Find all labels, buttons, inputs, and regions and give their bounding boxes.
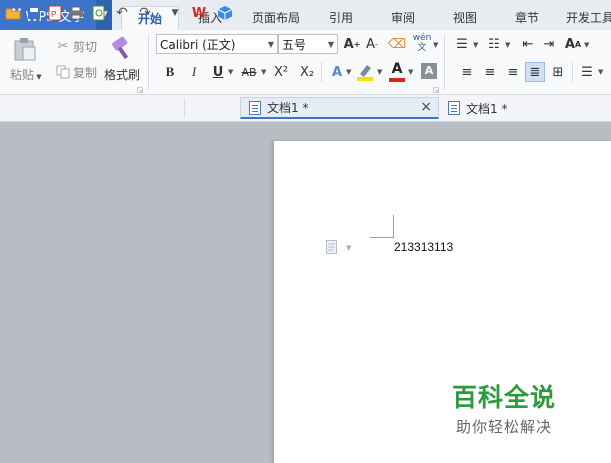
customize-toolbar-icon[interactable]: ▼ [166,4,184,22]
bullet-list-icon[interactable]: ☰ [452,34,472,54]
wps-cloud-icon[interactable]: W [190,4,208,22]
decrease-indent-icon[interactable]: ⇤ [518,34,538,54]
align-right-icon[interactable]: ≡ [503,62,523,82]
watermark-title: 百科全说 [452,383,557,412]
tab-review[interactable]: 审阅 [382,6,424,30]
chevron-down-icon[interactable]: ▼ [377,68,382,76]
font-dialog-launcher-icon[interactable]: ◲ [433,86,440,94]
cube-app-icon[interactable] [216,4,234,22]
ribbon-divider [321,62,322,82]
tab-developer[interactable]: 开发工具 [566,6,611,30]
chevron-down-icon[interactable]: ▼ [408,68,413,76]
copy-icon [53,62,73,82]
phonetic-guide-icon[interactable]: wén 文 [412,33,432,53]
highlight-color-button[interactable] [355,62,375,82]
chevron-down-icon[interactable]: ▼ [598,68,603,76]
superscript-button[interactable]: X² [271,62,291,82]
chevron-down-icon[interactable]: ▼ [505,41,510,49]
clear-format-icon[interactable]: ⌫ [387,34,407,54]
shrink-font-icon[interactable]: A- [362,34,382,54]
font-color-swatch [389,78,405,82]
svg-text:P: P [51,10,56,19]
undo-icon[interactable]: ↶ [113,4,131,22]
document-icon [249,100,261,115]
format-painter-button[interactable]: 格式刷 [104,66,140,83]
distributed-align-icon[interactable]: ⊞ [548,62,568,82]
format-painter-icon[interactable] [109,36,135,62]
chevron-down-icon: ▼ [267,39,275,49]
export-pdf-icon[interactable]: P [46,4,64,22]
document-tab[interactable]: 文档1 * × [240,97,439,119]
chevron-down-icon[interactable]: ▼ [584,41,589,49]
subscript-button[interactable]: X₂ [297,62,317,82]
cut-button[interactable]: ✂ 剪切 [53,36,97,56]
ribbon-divider [148,34,149,90]
italic-button[interactable]: I [184,62,204,82]
clipboard-dialog-launcher-icon[interactable]: ◲ [137,86,144,94]
copy-button[interactable]: 复制 [53,62,97,82]
chevron-down-icon[interactable]: ▼ [346,244,351,252]
chevron-down-icon: ▼ [327,39,335,49]
chevron-down-icon[interactable]: ▼ [346,68,351,76]
close-tab-icon[interactable]: × [420,99,432,115]
watermark: 百科全说 助你轻松解决 [452,378,556,437]
document-tab[interactable]: 文档1 * [440,97,611,119]
strikethrough-button[interactable]: AB [238,62,260,82]
open-folder-icon[interactable] [4,4,22,22]
paste-button[interactable]: 粘贴 ▼ [10,66,42,83]
paste-icon[interactable] [12,36,38,62]
chevron-down-icon[interactable]: ▼ [473,41,478,49]
bold-button[interactable]: B [160,62,180,82]
redo-icon[interactable]: ↷ [136,4,154,22]
line-spacing-icon[interactable]: ☰ [577,62,597,82]
margin-mark [393,215,394,237]
align-left-icon[interactable]: ≡ [457,62,477,82]
character-shading-icon[interactable]: A [421,63,437,79]
ribbon-divider [572,62,573,82]
paragraph-layout-icon[interactable] [326,240,338,254]
margin-mark [370,237,394,238]
tab-references[interactable]: 引用 [320,6,362,30]
scissors-icon: ✂ [57,38,69,54]
underline-button[interactable]: U [208,62,228,82]
chevron-down-icon[interactable]: ▼ [261,68,266,76]
print-preview-icon[interactable] [90,4,108,22]
document-text[interactable]: 213313113 [394,240,453,254]
font-color-button[interactable]: A [387,61,407,83]
align-center-icon[interactable]: ≡ [480,62,500,82]
justify-icon[interactable]: ≣ [525,62,545,82]
numbered-list-icon[interactable]: ☷ [484,34,504,54]
change-case-icon[interactable]: AA [563,34,583,54]
chevron-down-icon[interactable]: ▼ [228,68,233,76]
watermark-subtitle: 助你轻松解决 [456,418,553,436]
print-icon[interactable] [67,4,85,22]
toolbar-divider [184,99,185,117]
font-size-select[interactable]: 五号 ▼ [278,34,338,54]
text-effects-icon[interactable]: A [327,62,347,82]
tab-view[interactable]: 视图 [444,6,486,30]
document-page[interactable] [274,141,611,463]
save-icon[interactable] [25,4,43,22]
document-icon [448,101,460,115]
increase-indent-icon[interactable]: ⇥ [539,34,559,54]
tab-page-layout[interactable]: 页面布局 [245,6,307,30]
tab-chapter[interactable]: 章节 [506,6,548,30]
chevron-down-icon[interactable]: ▼ [433,41,438,49]
font-name-select[interactable]: Calibri (正文) ▼ [156,34,278,54]
ribbon-divider [444,34,445,90]
grow-font-icon[interactable]: A + [342,34,362,54]
